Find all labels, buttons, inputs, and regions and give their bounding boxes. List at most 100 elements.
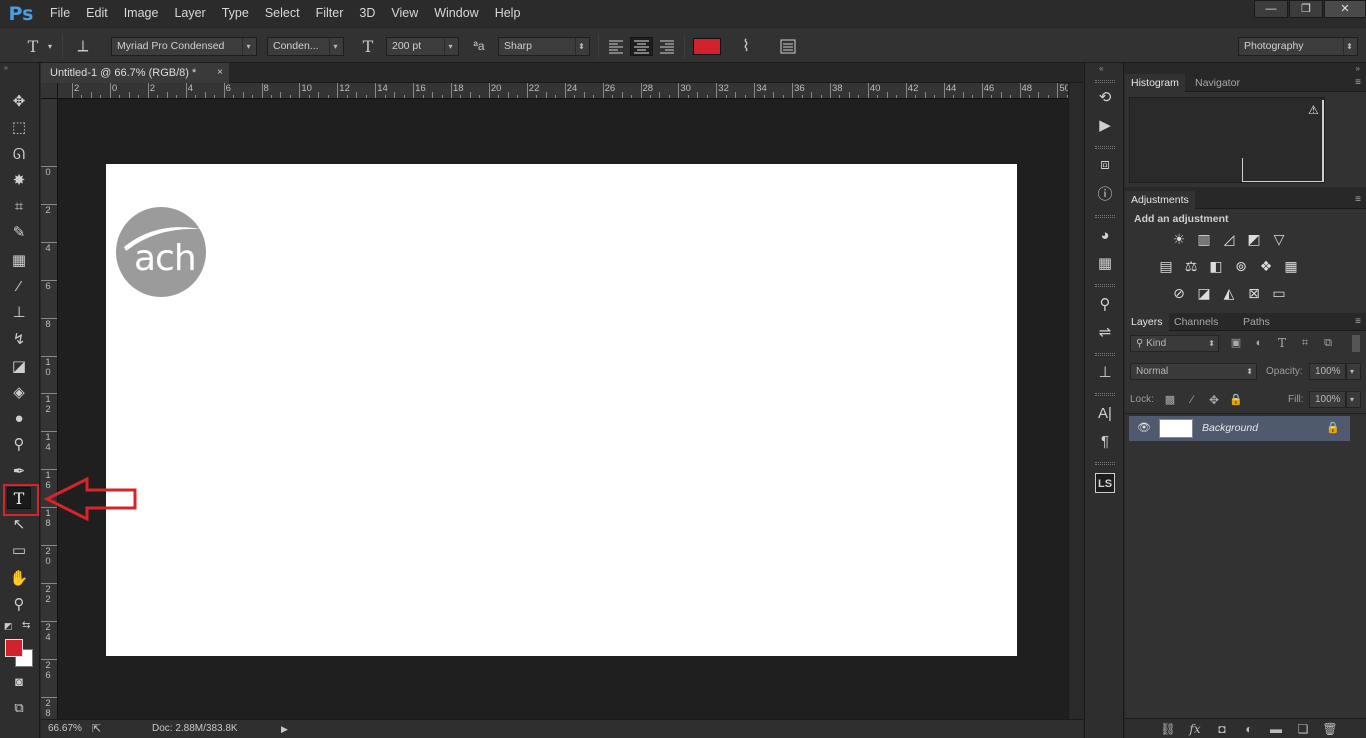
threshold-icon[interactable]: ◭: [1221, 285, 1237, 301]
align-center-button[interactable]: [630, 37, 653, 56]
crop-tool-icon[interactable]: ⌗: [7, 196, 31, 218]
channel-mixer-icon[interactable]: ❖: [1258, 258, 1274, 274]
clone-stamp-tool-icon[interactable]: ⊥: [7, 302, 31, 324]
document-size-info[interactable]: Doc: 2.88M/383.8K: [152, 720, 238, 738]
vertical-scrollbar[interactable]: [1068, 83, 1083, 719]
tab-navigator[interactable]: Navigator: [1189, 74, 1246, 92]
color-lookup-icon[interactable]: ▦: [1283, 258, 1299, 274]
selective-color-icon[interactable]: ⊠: [1246, 285, 1262, 301]
lock-all-icon[interactable]: 🔒: [1228, 392, 1244, 408]
text-color-swatch[interactable]: [693, 38, 721, 55]
move-tool-icon[interactable]: ✥: [7, 91, 31, 113]
hand-tool-icon[interactable]: ✋: [7, 568, 31, 590]
3d-panel-icon[interactable]: ⧈: [1095, 155, 1115, 175]
horizontal-ruler[interactable]: 2 0 2 4 6 8 10 12 14 16 18 20 22 24 26 28 30 32 34 36 38 40 42…: [58, 83, 1068, 99]
blend-mode-dropdown[interactable]: Normal ⬍: [1130, 363, 1257, 380]
panel-menu-icon[interactable]: ≡: [1355, 313, 1361, 331]
restore-button[interactable]: ❐: [1289, 0, 1323, 18]
layer-thumbnail[interactable]: [1159, 419, 1193, 438]
paragraph-panel-icon[interactable]: ¶: [1095, 432, 1115, 452]
shape-filter-icon[interactable]: ⌗: [1297, 335, 1313, 351]
zoom-tool-icon[interactable]: ⚲: [7, 594, 31, 616]
fill-arrow-icon[interactable]: ▾: [1346, 391, 1361, 408]
pixel-filter-icon[interactable]: ▣: [1228, 335, 1244, 351]
menu-view[interactable]: View: [383, 0, 426, 27]
vibrance-icon[interactable]: ▽: [1271, 231, 1287, 247]
eraser-tool-icon[interactable]: ◪: [7, 356, 31, 378]
levels-icon[interactable]: ▥: [1196, 231, 1212, 247]
quick-mask-icon[interactable]: ◙: [7, 671, 31, 693]
history-brush-tool-icon[interactable]: ↯: [7, 329, 31, 351]
healing-brush-tool-icon[interactable]: ▦: [7, 250, 31, 272]
menu-select[interactable]: Select: [257, 0, 308, 27]
swatches-panel-icon[interactable]: ◕: [1095, 226, 1115, 246]
photo-filter-icon[interactable]: ⊚: [1233, 258, 1249, 274]
zoom-level[interactable]: 66.67%: [48, 720, 82, 738]
hue-saturation-icon[interactable]: ▤: [1158, 258, 1174, 274]
add-mask-icon[interactable]: ◘: [1214, 721, 1230, 737]
posterize-icon[interactable]: ◪: [1196, 285, 1212, 301]
align-left-button[interactable]: [606, 37, 626, 56]
new-layer-icon[interactable]: ❏: [1295, 721, 1311, 737]
menu-image[interactable]: Image: [116, 0, 167, 27]
type-filter-icon[interactable]: T: [1274, 335, 1290, 351]
path-selection-tool-icon[interactable]: ↖: [7, 514, 31, 536]
menu-help[interactable]: Help: [487, 0, 529, 27]
lock-position-icon[interactable]: ✥: [1206, 392, 1222, 408]
tab-channels[interactable]: Channels: [1168, 313, 1224, 331]
eye-icon[interactable]: 👁: [1137, 421, 1151, 434]
warp-text-icon[interactable]: ⌇: [736, 37, 756, 56]
font-size-dropdown[interactable]: 200 pt ▾: [386, 37, 459, 56]
gradient-map-icon[interactable]: ▭: [1271, 285, 1287, 301]
collapse-arrows-icon[interactable]: «: [1099, 64, 1103, 73]
invert-icon[interactable]: ⊘: [1171, 285, 1187, 301]
collapse-arrows-icon[interactable]: »: [4, 65, 8, 72]
close-document-icon[interactable]: ×: [217, 63, 223, 83]
info-panel-icon[interactable]: ⓘ: [1095, 185, 1115, 205]
menu-3d[interactable]: 3D: [351, 0, 383, 27]
foreground-color-swatch[interactable]: [5, 639, 23, 657]
lasso-tool-icon[interactable]: ᘏ: [7, 144, 31, 166]
screen-mode-icon[interactable]: ⧉: [7, 697, 31, 719]
workspace-dropdown[interactable]: Photography ⬍: [1238, 37, 1358, 56]
brush-presets-icon[interactable]: ⚲: [1095, 295, 1115, 315]
menu-layer[interactable]: Layer: [166, 0, 213, 27]
toggle-text-orientation-icon[interactable]: ⟂: [72, 37, 94, 56]
adjustment-filter-icon[interactable]: ◐: [1251, 335, 1267, 351]
rectangle-tool-icon[interactable]: ▭: [7, 540, 31, 562]
clone-source-icon[interactable]: ⊥: [1095, 363, 1115, 383]
swap-colors-icon[interactable]: ⇆: [22, 620, 30, 631]
lock-icon[interactable]: 🔒: [1326, 421, 1340, 434]
document-tab[interactable]: Untitled-1 @ 66.7% (RGB/8) * ×: [41, 63, 229, 83]
fx-icon[interactable]: fx: [1187, 721, 1203, 737]
font-family-dropdown[interactable]: Myriad Pro Condensed ▾: [111, 37, 257, 56]
color-panel-icon[interactable]: ▦: [1095, 254, 1115, 274]
close-window-button[interactable]: ✕: [1324, 0, 1366, 18]
tab-adjustments[interactable]: Adjustments: [1125, 191, 1195, 209]
tab-paths[interactable]: Paths: [1237, 313, 1276, 331]
preset-dropdown-arrow-icon[interactable]: ▾: [44, 37, 56, 56]
adjustment-layer-icon[interactable]: ◐: [1241, 721, 1257, 737]
panel-menu-icon[interactable]: ≡: [1355, 191, 1361, 209]
type-tool-preset-icon[interactable]: T: [20, 37, 46, 56]
blur-tool-icon[interactable]: ●: [7, 408, 31, 430]
brightness-contrast-icon[interactable]: ☀: [1171, 231, 1187, 247]
link-layers-icon[interactable]: ⛓: [1160, 721, 1176, 737]
eyedropper-tool-icon[interactable]: ✎: [7, 222, 31, 244]
lock-transparent-icon[interactable]: ▩: [1162, 392, 1178, 408]
opacity-input[interactable]: 100%: [1309, 363, 1346, 380]
actions-panel-icon[interactable]: ▶: [1095, 116, 1115, 136]
brush-tool-icon[interactable]: ⁄: [7, 276, 31, 298]
menu-window[interactable]: Window: [426, 0, 486, 27]
collapse-arrows-icon[interactable]: »: [1356, 64, 1360, 73]
antialias-dropdown[interactable]: Sharp ⬍: [498, 37, 590, 56]
paint-bucket-tool-icon[interactable]: ◈: [7, 382, 31, 404]
ruler-origin[interactable]: [41, 83, 58, 99]
document-workspace[interactable]: ach: [58, 99, 1068, 719]
black-white-icon[interactable]: ◧: [1208, 258, 1224, 274]
warning-icon[interactable]: ⚠: [1308, 103, 1319, 117]
share-icon[interactable]: ⇱: [92, 720, 101, 738]
default-colors-icon[interactable]: ◩: [4, 621, 13, 632]
document-canvas[interactable]: ach: [106, 164, 1017, 656]
exposure-icon[interactable]: ◩: [1246, 231, 1262, 247]
